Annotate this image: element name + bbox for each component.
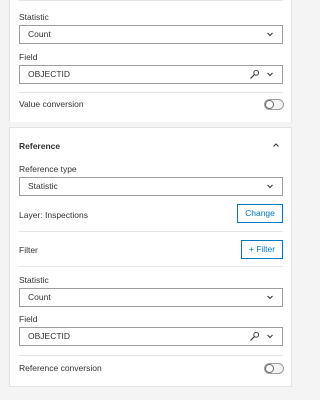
reference-field-label: Field — [19, 314, 38, 324]
chevron-down-icon — [267, 72, 273, 77]
reference-statistic-value: Count — [28, 292, 51, 302]
wrench-icon — [250, 69, 260, 79]
chevron-down-icon — [267, 32, 273, 37]
statistic-label: Statistic — [19, 12, 49, 22]
reference-section-header[interactable]: Reference — [10, 128, 291, 162]
top-divider — [19, 0, 283, 1]
value-conversion-toggle[interactable] — [264, 99, 284, 110]
wrench-icon — [250, 331, 260, 341]
reference-field-value: OBJECTID — [28, 331, 71, 341]
divider — [19, 92, 283, 93]
statistic-select[interactable]: Count — [19, 25, 283, 44]
reference-section-title: Reference — [19, 141, 61, 151]
reference-type-value: Statistic — [28, 181, 58, 191]
reference-type-label: Reference type — [19, 164, 77, 174]
value-conversion-label: Value conversion — [19, 99, 84, 109]
statistic-select-value: Count — [28, 29, 51, 39]
reference-panel: Reference Reference type Statistic Layer… — [9, 127, 292, 387]
field-label: Field — [19, 52, 38, 62]
divider — [19, 266, 283, 267]
toggle-knob — [265, 364, 274, 373]
reference-statistic-select[interactable]: Count — [19, 288, 283, 307]
filter-label: Filter — [19, 245, 38, 255]
value-settings-panel: Statistic Count Field OBJECTID Value con… — [9, 0, 292, 122]
layer-label: Layer: Inspections — [19, 210, 88, 220]
field-select[interactable]: OBJECTID — [19, 65, 283, 84]
divider — [19, 355, 283, 356]
chevron-down-icon — [267, 295, 273, 300]
change-layer-button[interactable]: Change — [237, 204, 283, 223]
add-filter-button[interactable]: + Filter — [241, 240, 283, 259]
toggle-knob — [265, 100, 274, 109]
reference-conversion-label: Reference conversion — [19, 363, 102, 373]
chevron-down-icon — [267, 184, 273, 189]
reference-type-select[interactable]: Statistic — [19, 177, 283, 196]
reference-statistic-label: Statistic — [19, 275, 49, 285]
divider — [19, 231, 283, 232]
chevron-down-icon — [267, 334, 273, 339]
reference-conversion-toggle[interactable] — [264, 363, 284, 374]
chevron-up-icon — [273, 143, 279, 147]
field-select-value: OBJECTID — [28, 69, 71, 79]
reference-field-select[interactable]: OBJECTID — [19, 327, 283, 346]
